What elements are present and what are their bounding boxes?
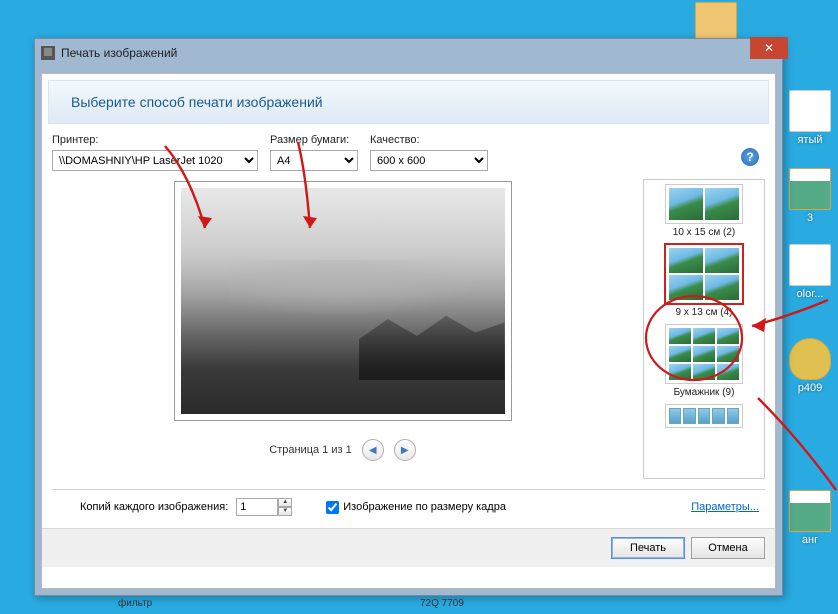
printer-label: Принтер: xyxy=(52,134,258,146)
preview-image xyxy=(181,188,505,414)
layout-label: Бумажник (9) xyxy=(665,387,743,398)
layout-10x15[interactable]: 10 x 15 см (2) xyxy=(665,184,743,238)
dialog-body: Выберите способ печати изображений Принт… xyxy=(41,73,776,589)
desktop-icon-label: 3 xyxy=(807,212,813,224)
copies-up-button[interactable]: ▲ xyxy=(278,498,292,507)
layout-contact-sheet[interactable] xyxy=(665,404,743,431)
quality-label: Качество: xyxy=(370,134,488,146)
layout-label: 10 x 15 см (2) xyxy=(665,227,743,238)
prev-page-button[interactable]: ◀ xyxy=(362,439,384,461)
paper-size-select[interactable]: A4 xyxy=(270,150,358,171)
fit-frame-checkbox[interactable] xyxy=(326,501,339,514)
cancel-button[interactable]: Отмена xyxy=(691,537,765,559)
window-title: Печать изображений xyxy=(61,46,177,60)
printer-select[interactable]: \\DOMASHNIY\HP LaserJet 1020 xyxy=(52,150,258,171)
help-icon[interactable]: ? xyxy=(741,148,759,166)
copies-label: Копий каждого изображения: xyxy=(80,501,228,513)
fit-frame-label: Изображение по размеру кадра xyxy=(343,501,506,513)
page-indicator: Страница 1 из 1 xyxy=(269,444,351,456)
desktop-icon-label: p409 xyxy=(798,382,822,394)
layout-wallet[interactable]: Бумажник (9) xyxy=(665,324,743,398)
strip-right: 72Q 7709 xyxy=(420,598,464,609)
copies-down-button[interactable]: ▼ xyxy=(278,507,292,516)
paper-size-label: Размер бумаги: xyxy=(270,134,358,146)
strip-left: фильтр xyxy=(118,598,152,609)
next-page-button[interactable]: ▶ xyxy=(394,439,416,461)
printer-icon xyxy=(41,46,55,60)
print-pictures-dialog: Печать изображений ✕ Выберите способ печ… xyxy=(34,38,783,596)
instruction-text: Выберите способ печати изображений xyxy=(71,94,323,110)
layout-9x13[interactable]: 9 x 13 см (4) xyxy=(665,244,743,318)
desktop-icon-label: ятый xyxy=(797,134,822,146)
layout-label: 9 x 13 см (4) xyxy=(665,307,743,318)
instruction-banner: Выберите способ печати изображений xyxy=(48,80,769,124)
titlebar[interactable]: Печать изображений ✕ xyxy=(35,39,782,67)
layout-list[interactable]: 10 x 15 см (2) 9 x 13 см (4) Бумажник (9… xyxy=(643,179,765,479)
print-preview xyxy=(174,181,512,421)
close-button[interactable]: ✕ xyxy=(750,37,788,59)
desktop-icon-label: olor... xyxy=(797,288,824,300)
copies-input[interactable] xyxy=(236,498,278,516)
desktop-icon-label: анг xyxy=(802,534,818,546)
print-button[interactable]: Печать xyxy=(611,537,685,559)
options-link[interactable]: Параметры... xyxy=(691,501,759,513)
quality-select[interactable]: 600 x 600 xyxy=(370,150,488,171)
